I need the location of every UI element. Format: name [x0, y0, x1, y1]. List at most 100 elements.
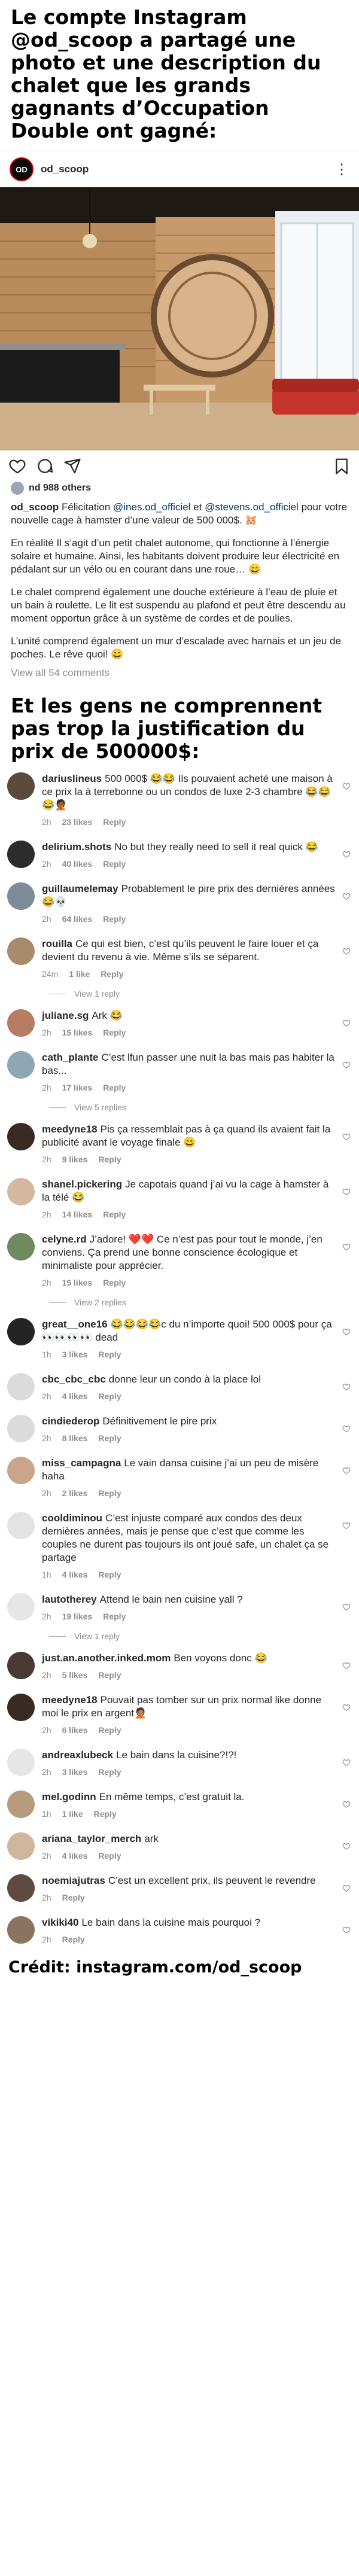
comment-likes[interactable]: 5 likes	[62, 1668, 88, 1682]
caption-username[interactable]: od_scoop	[11, 501, 59, 513]
reply-button[interactable]: Reply	[94, 1807, 117, 1820]
comment-heart-icon[interactable]	[342, 1603, 351, 1611]
comment-username[interactable]: rouilla	[42, 938, 72, 949]
comment-likes[interactable]: 23 likes	[62, 815, 93, 829]
comment-avatar[interactable]	[7, 937, 35, 965]
comment-likes[interactable]: 40 likes	[62, 857, 93, 870]
comment-likes[interactable]: 4 likes	[62, 1849, 88, 1862]
post-username[interactable]: od_scoop	[41, 163, 89, 175]
view-replies[interactable]: View 1 reply	[49, 1631, 353, 1641]
comment-likes[interactable]: 1 like	[62, 1807, 83, 1820]
reply-button[interactable]: Reply	[103, 1081, 126, 1094]
view-replies[interactable]: View 2 replies	[49, 1298, 353, 1307]
comment-heart-icon[interactable]	[342, 1383, 351, 1391]
comment-username[interactable]: guillaumelemay	[42, 883, 118, 894]
reply-button[interactable]: Reply	[103, 1026, 126, 1039]
comment-likes[interactable]: 4 likes	[62, 1568, 88, 1581]
comment-likes[interactable]: 64 likes	[62, 912, 93, 925]
reply-button[interactable]: Reply	[98, 1568, 121, 1581]
reply-button[interactable]: Reply	[98, 1724, 121, 1737]
reply-button[interactable]: Reply	[98, 1849, 121, 1862]
comment-username[interactable]: cindiederop	[42, 1415, 99, 1427]
comment-avatar[interactable]	[7, 882, 35, 910]
reply-button[interactable]: Reply	[98, 1390, 121, 1403]
reply-button[interactable]: Reply	[103, 815, 126, 829]
comment-username[interactable]: miss_campagna	[42, 1457, 121, 1469]
reply-button[interactable]: Reply	[103, 1208, 126, 1221]
comment-heart-icon[interactable]	[342, 1926, 351, 1934]
comment-likes[interactable]: 17 likes	[62, 1081, 93, 1094]
comment-avatar[interactable]	[7, 772, 35, 800]
comment-username[interactable]: great__one16	[42, 1319, 108, 1330]
view-replies[interactable]: View 1 reply	[49, 989, 353, 998]
comment-heart-icon[interactable]	[342, 947, 351, 955]
comment-likes[interactable]: 4 likes	[62, 1390, 88, 1403]
reply-button[interactable]: Reply	[98, 1348, 121, 1361]
reply-button[interactable]: Reply	[62, 1891, 85, 1904]
comment-username[interactable]: meedyne18	[42, 1694, 98, 1706]
comment-avatar[interactable]	[7, 1457, 35, 1484]
comment-heart-icon[interactable]	[342, 1327, 351, 1336]
reply-button[interactable]: Reply	[98, 1432, 121, 1445]
reply-button[interactable]: Reply	[98, 1765, 121, 1779]
comment-username[interactable]: ariana_taylor_merch	[42, 1833, 141, 1844]
likes-line[interactable]: nd 988 others	[0, 482, 359, 495]
comment-username[interactable]: cbc_cbc_cbc	[42, 1374, 106, 1385]
comment-username[interactable]: mel.godinn	[42, 1791, 96, 1802]
comment-avatar[interactable]	[7, 1123, 35, 1150]
comment-heart-icon[interactable]	[342, 1842, 351, 1850]
comment-heart-icon[interactable]	[342, 1187, 351, 1196]
reply-button[interactable]: Reply	[103, 1276, 126, 1289]
reply-button[interactable]: Reply	[101, 967, 123, 981]
comment-username[interactable]: dariuslineus	[42, 773, 102, 784]
reply-button[interactable]: Reply	[103, 1610, 126, 1623]
comment-icon[interactable]	[36, 457, 54, 475]
mention-ines[interactable]: @ines.od_officiel	[113, 501, 190, 513]
comment-avatar[interactable]	[7, 1916, 35, 1944]
comment-likes[interactable]: 15 likes	[62, 1276, 93, 1289]
comment-likes[interactable]: 15 likes	[62, 1026, 93, 1039]
view-replies[interactable]: View 5 replies	[49, 1103, 353, 1112]
heart-icon[interactable]	[8, 457, 26, 475]
comment-avatar[interactable]	[7, 1749, 35, 1776]
comment-username[interactable]: juliane.sg	[42, 1010, 89, 1021]
profile-avatar[interactable]: OD	[10, 157, 34, 181]
comment-likes[interactable]: 8 likes	[62, 1432, 88, 1445]
comment-heart-icon[interactable]	[342, 1466, 351, 1475]
comment-heart-icon[interactable]	[342, 1132, 351, 1141]
comment-username[interactable]: just.an.another.inked.mom	[42, 1652, 171, 1664]
comment-heart-icon[interactable]	[342, 1758, 351, 1767]
comment-avatar[interactable]	[7, 1009, 35, 1037]
comment-avatar[interactable]	[7, 1874, 35, 1902]
comment-likes[interactable]: 3 likes	[62, 1348, 88, 1361]
comment-avatar[interactable]	[7, 1832, 35, 1860]
comment-username[interactable]: meedyne18	[42, 1123, 98, 1135]
comment-heart-icon[interactable]	[342, 850, 351, 858]
comment-heart-icon[interactable]	[342, 1661, 351, 1670]
comment-username[interactable]: lautotherey	[42, 1594, 97, 1605]
comment-avatar[interactable]	[7, 1512, 35, 1539]
comment-avatar[interactable]	[7, 1233, 35, 1260]
comment-heart-icon[interactable]	[342, 1019, 351, 1027]
comment-likes[interactable]: 6 likes	[62, 1724, 88, 1737]
comment-likes[interactable]: 9 likes	[62, 1153, 88, 1166]
share-icon[interactable]	[63, 457, 81, 475]
bookmark-icon[interactable]	[333, 457, 351, 475]
comment-heart-icon[interactable]	[342, 892, 351, 900]
comment-likes[interactable]: 1 like	[69, 967, 90, 981]
reply-button[interactable]: Reply	[103, 857, 126, 870]
reply-button[interactable]: Reply	[98, 1668, 121, 1682]
comment-heart-icon[interactable]	[342, 1884, 351, 1892]
comment-avatar[interactable]	[7, 1178, 35, 1205]
comment-heart-icon[interactable]	[342, 1424, 351, 1433]
comment-avatar[interactable]	[7, 1415, 35, 1442]
comment-likes[interactable]: 3 likes	[62, 1765, 88, 1779]
comment-avatar[interactable]	[7, 1593, 35, 1621]
comment-avatar[interactable]	[7, 1318, 35, 1345]
comment-username[interactable]: andreaxlubeck	[42, 1749, 113, 1761]
comment-username[interactable]: cooldiminou	[42, 1512, 102, 1524]
comment-username[interactable]: delirium.shots	[42, 841, 111, 852]
view-all-comments[interactable]: View all 54 comments	[0, 667, 359, 679]
comment-username[interactable]: cath_plante	[42, 1052, 98, 1063]
comment-username[interactable]: vikiki40	[42, 1917, 78, 1928]
